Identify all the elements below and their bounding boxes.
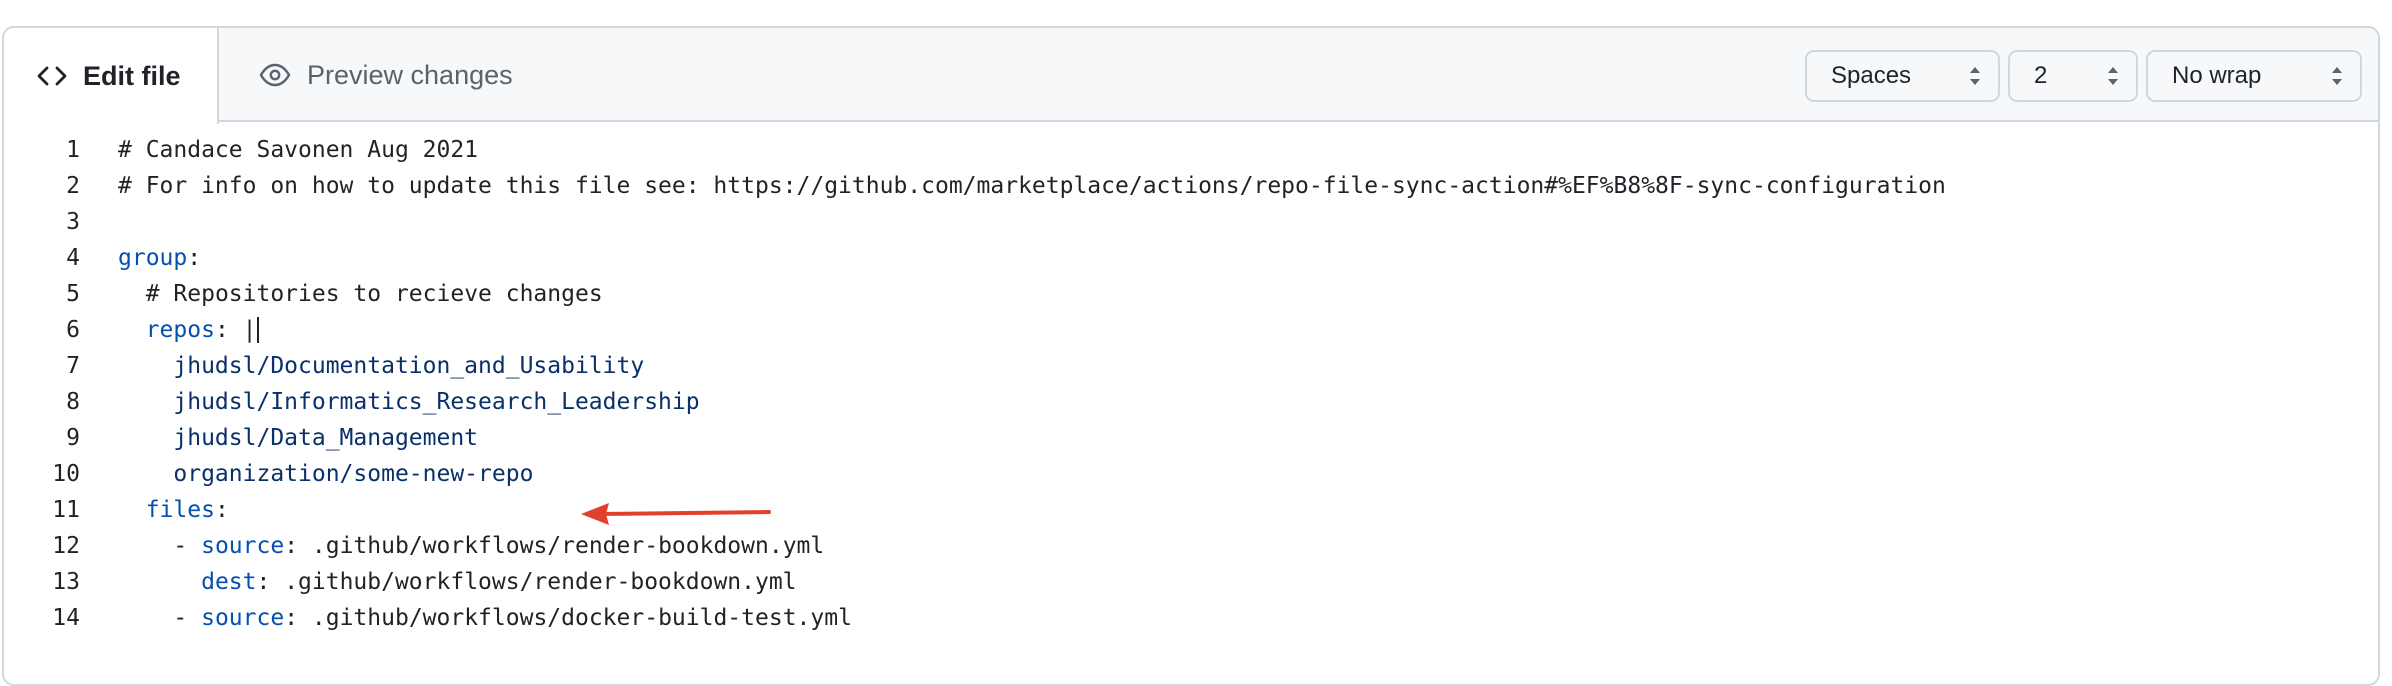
line-number: 14 (52, 605, 80, 631)
yaml-separator: : | (214, 317, 257, 343)
code-line: 4 group: (4, 240, 2378, 276)
eye-icon (259, 63, 291, 87)
line-number: 13 (52, 569, 80, 595)
select-updown-icon (1968, 65, 1982, 87)
code-comment: # For info on how to update this file se… (118, 173, 1946, 199)
yaml-value: .github/workflows/docker-build-test.yml (311, 605, 852, 631)
code-line: 1 # Candace Savonen Aug 2021 (4, 132, 2378, 168)
line-number: 10 (52, 461, 80, 487)
code-line: 7 jhudsl/Documentation_and_Usability (4, 348, 2378, 384)
yaml-value: .github/workflows/render-bookdown.yml (284, 569, 797, 595)
select-updown-icon (2106, 65, 2120, 87)
code-editor[interactable]: 1 # Candace Savonen Aug 2021 2 # For info … (4, 122, 2378, 636)
line-number: 5 (66, 281, 80, 307)
yaml-dash: - (173, 605, 202, 631)
select-updown-icon (2330, 65, 2344, 87)
yaml-key: repos (145, 317, 215, 343)
line-number: 8 (66, 389, 80, 415)
yaml-key: source (201, 533, 285, 559)
yaml-key: group (118, 245, 188, 271)
tab-preview-changes[interactable]: Preview changes (219, 28, 513, 122)
line-number: 9 (66, 425, 80, 451)
yaml-key: dest (201, 569, 257, 595)
annotation-arrow (581, 503, 771, 525)
yaml-value: jhudsl/Informatics_Research_Leadership (173, 389, 700, 415)
indent-size-value: 2 (2034, 62, 2048, 89)
indent-mode-value: Spaces (1831, 62, 1912, 89)
yaml-value: jhudsl/Documentation_and_Usability (173, 353, 645, 379)
yaml-separator: : (214, 497, 229, 523)
yaml-separator: : (256, 569, 285, 595)
code-comment: # Repositories to recieve changes (145, 281, 603, 307)
tab-edit-file[interactable]: Edit file (4, 28, 219, 124)
yaml-separator: : (284, 533, 312, 559)
code-line: 12 - source: .github/workflows/render-bo… (4, 528, 2378, 564)
code-line: 3 (4, 204, 2378, 240)
yaml-separator: : (187, 245, 202, 271)
yaml-separator: : (284, 605, 312, 631)
line-number: 3 (66, 209, 80, 235)
yaml-value: .github/workflows/render-bookdown.yml (311, 533, 825, 559)
code-line: 10 organization/some-new-repo (4, 456, 2378, 492)
line-wrap-select[interactable]: No wrap (2146, 50, 2362, 102)
code-line: 2 # For info on how to update this file s… (4, 168, 2378, 204)
line-number: 7 (66, 353, 80, 379)
text-cursor (256, 317, 259, 343)
line-wrap-value: No wrap (2172, 62, 2262, 89)
line-number: 6 (66, 317, 80, 343)
yaml-value: jhudsl/Data_Management (173, 425, 479, 451)
line-number: 4 (66, 245, 80, 271)
editor-options: Spaces 2 No wrap (1805, 50, 2362, 102)
yaml-key: source (201, 605, 285, 631)
code-comment: # Candace Savonen Aug 2021 (118, 137, 479, 163)
code-icon (37, 65, 67, 87)
tab-edit-file-label: Edit file (83, 60, 181, 91)
line-number: 11 (52, 497, 80, 523)
code-line: 13 dest: .github/workflows/render-bookdo… (4, 564, 2378, 600)
line-number: 2 (66, 173, 80, 199)
code-line: 9 jhudsl/Data_Management (4, 420, 2378, 456)
code-line: 5 # Repositories to recieve changes (4, 276, 2378, 312)
editor-toolbar: Edit file Preview changes Spaces 2 No wr… (4, 28, 2378, 124)
line-number: 1 (66, 137, 80, 163)
indent-size-select[interactable]: 2 (2008, 50, 2138, 102)
line-number: 12 (52, 533, 80, 559)
yaml-value: organization/some-new-repo (173, 461, 534, 487)
yaml-key: files (145, 497, 215, 523)
code-line: 14 - source: .github/workflows/docker-bu… (4, 600, 2378, 636)
indent-mode-select[interactable]: Spaces (1805, 50, 2000, 102)
yaml-dash: - (173, 533, 202, 559)
code-line: 6 repos: | (4, 312, 2378, 348)
code-line: 8 jhudsl/Informatics_Research_Leadership (4, 384, 2378, 420)
code-line: 11 files: (4, 492, 2378, 528)
file-editor: Edit file Preview changes Spaces 2 No wr… (2, 26, 2380, 686)
tab-preview-changes-label: Preview changes (307, 59, 513, 90)
